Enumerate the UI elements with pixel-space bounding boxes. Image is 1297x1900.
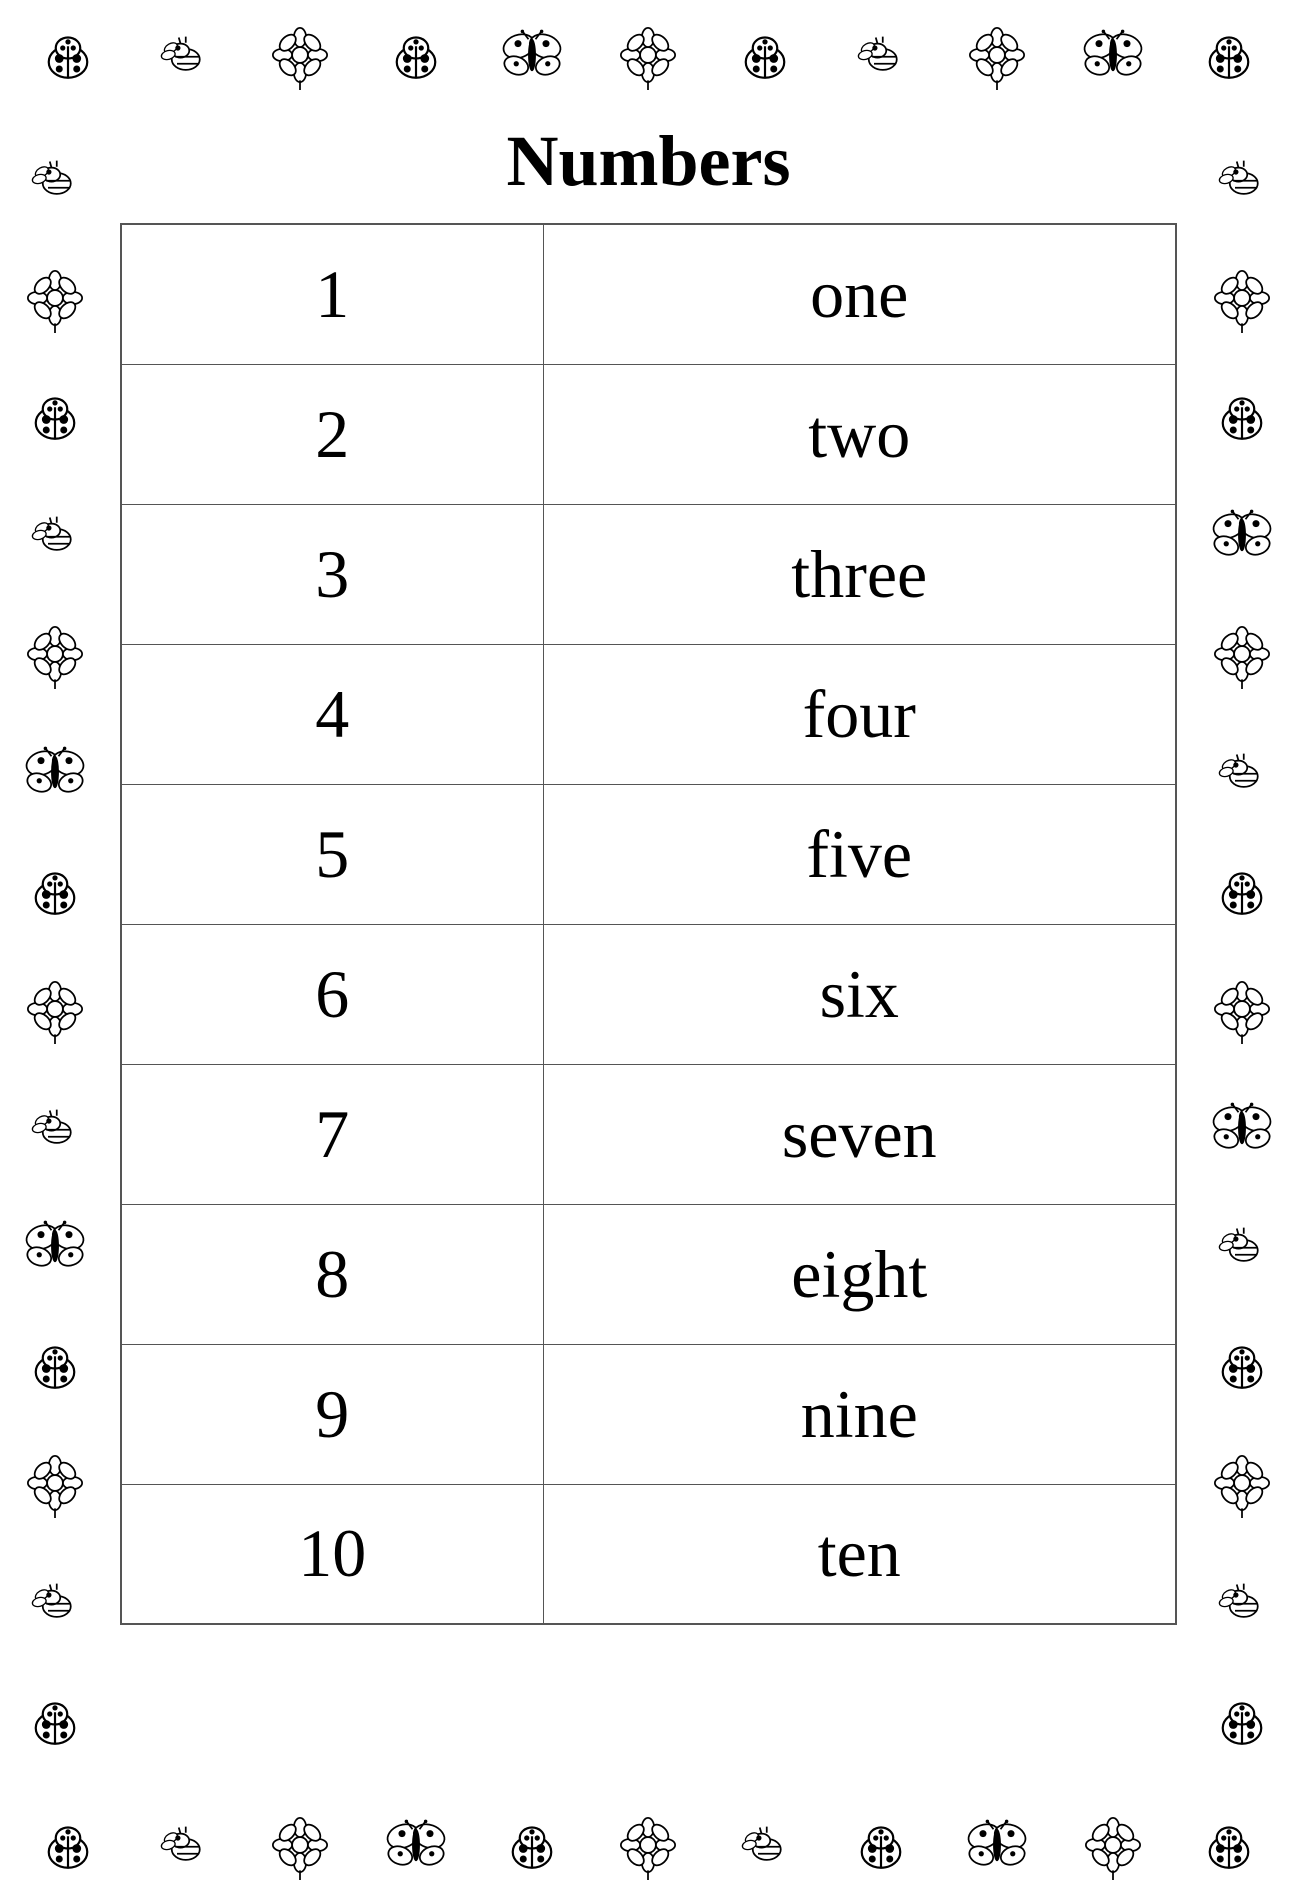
border-icon xyxy=(1202,139,1282,219)
table-row: 2two xyxy=(121,364,1176,504)
numeral-cell: 4 xyxy=(121,644,543,784)
numeral-cell: 8 xyxy=(121,1204,543,1344)
border-icon xyxy=(15,139,95,219)
table-row: 6six xyxy=(121,924,1176,1064)
numeral-cell: 6 xyxy=(121,924,543,1064)
border-icon xyxy=(1202,1325,1282,1405)
border-icon xyxy=(15,376,95,456)
table-row: 10ten xyxy=(121,1484,1176,1624)
border-icon xyxy=(1202,851,1282,931)
table-row: 5five xyxy=(121,784,1176,924)
numbers-table: 1one2two3three4four5five6six7seven8eight… xyxy=(120,223,1177,1625)
table-row: 9nine xyxy=(121,1344,1176,1484)
table-row: 8eight xyxy=(121,1204,1176,1344)
border-icon xyxy=(1202,614,1282,694)
border-icon xyxy=(15,495,95,575)
border-right xyxy=(1187,110,1297,1790)
border-icon xyxy=(725,15,805,95)
word-cell: ten xyxy=(543,1484,1176,1624)
border-icon xyxy=(1189,15,1269,95)
word-cell: four xyxy=(543,644,1176,784)
border-icon xyxy=(15,1562,95,1642)
word-cell: seven xyxy=(543,1064,1176,1204)
numeral-cell: 9 xyxy=(121,1344,543,1484)
word-cell: eight xyxy=(543,1204,1176,1344)
numeral-cell: 2 xyxy=(121,364,543,504)
border-icon xyxy=(1202,1681,1282,1761)
border-icon xyxy=(1202,258,1282,338)
numeral-cell: 7 xyxy=(121,1064,543,1204)
table-row: 1one xyxy=(121,224,1176,364)
table-row: 4four xyxy=(121,644,1176,784)
border-icon xyxy=(957,15,1037,95)
word-cell: six xyxy=(543,924,1176,1064)
border-bottom xyxy=(0,1790,1297,1900)
border-icon xyxy=(841,1805,921,1885)
border-icon xyxy=(15,258,95,338)
border-icon xyxy=(15,1681,95,1761)
border-icon xyxy=(15,1325,95,1405)
border-icon xyxy=(1073,1805,1153,1885)
border-left xyxy=(0,110,110,1790)
border-icon xyxy=(608,15,688,95)
word-cell: three xyxy=(543,504,1176,644)
border-icon xyxy=(15,1206,95,1286)
border-icon xyxy=(1202,1562,1282,1642)
border-icon xyxy=(376,15,456,95)
numeral-cell: 10 xyxy=(121,1484,543,1624)
border-icon xyxy=(15,732,95,812)
border-icon xyxy=(15,614,95,694)
border-icon xyxy=(1202,1206,1282,1286)
word-cell: two xyxy=(543,364,1176,504)
border-icon xyxy=(260,1805,340,1885)
numeral-cell: 5 xyxy=(121,784,543,924)
numeral-cell: 1 xyxy=(121,224,543,364)
border-icon xyxy=(1202,1443,1282,1523)
page-title: Numbers xyxy=(507,120,791,203)
border-icon xyxy=(15,851,95,931)
border-icon xyxy=(15,1443,95,1523)
content-area: Numbers 1one2two3three4four5five6six7sev… xyxy=(120,120,1177,1625)
word-cell: nine xyxy=(543,1344,1176,1484)
border-icon xyxy=(15,969,95,1049)
border-icon xyxy=(28,15,108,95)
border-icon xyxy=(1202,969,1282,1049)
border-icon xyxy=(608,1805,688,1885)
word-cell: five xyxy=(543,784,1176,924)
border-icon xyxy=(376,1805,456,1885)
border-icon xyxy=(1202,732,1282,812)
border-icon xyxy=(957,1805,1037,1885)
numeral-cell: 3 xyxy=(121,504,543,644)
border-icon xyxy=(1202,376,1282,456)
table-row: 7seven xyxy=(121,1064,1176,1204)
border-icon xyxy=(1202,495,1282,575)
word-cell: one xyxy=(543,224,1176,364)
border-icon xyxy=(28,1805,108,1885)
border-icon xyxy=(492,1805,572,1885)
border-icon xyxy=(1202,1088,1282,1168)
border-icon xyxy=(1189,1805,1269,1885)
border-icon xyxy=(841,15,921,95)
border-top xyxy=(0,0,1297,110)
border-icon xyxy=(15,1088,95,1168)
border-icon xyxy=(725,1805,805,1885)
border-icon xyxy=(1073,15,1153,95)
table-row: 3three xyxy=(121,504,1176,644)
border-icon xyxy=(492,15,572,95)
border-icon xyxy=(144,1805,224,1885)
border-icon xyxy=(144,15,224,95)
border-icon xyxy=(260,15,340,95)
